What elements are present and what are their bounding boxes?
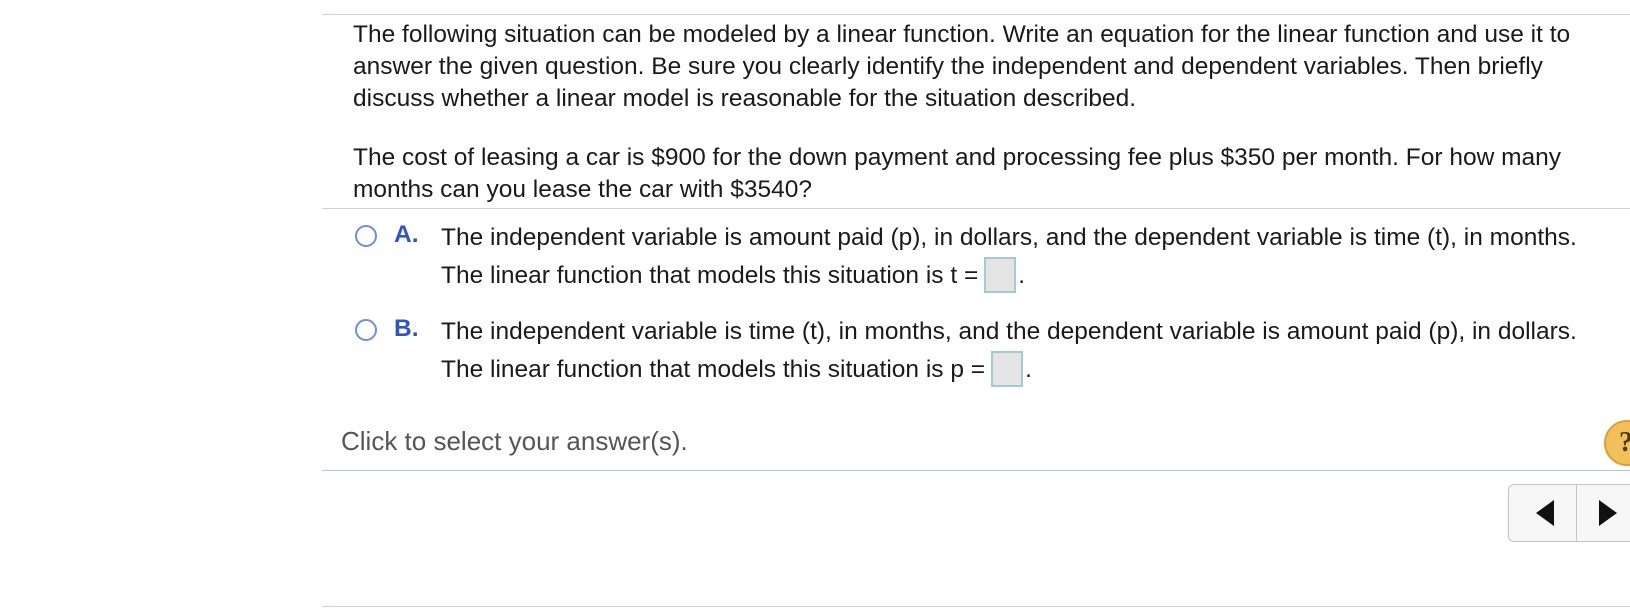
question-instructions: The following situation can be modeled b… xyxy=(353,21,1571,112)
choice-b-period: . xyxy=(1025,356,1032,383)
choice-b-letter: B. xyxy=(394,315,419,342)
choice-b-equation-label: p = xyxy=(950,356,986,383)
bottom-divider xyxy=(322,606,1630,607)
choice-a-period: . xyxy=(1018,262,1026,289)
question-page: The following situation can be modeled b… xyxy=(0,0,1630,610)
arrow-right-icon xyxy=(1599,500,1617,526)
question-divider xyxy=(322,208,1630,209)
status-divider xyxy=(322,470,1630,471)
previous-question-button[interactable] xyxy=(1509,485,1575,541)
choice-a-text: The independent variable is amount paid … xyxy=(441,219,1621,295)
choice-a-radio[interactable] xyxy=(355,225,377,247)
choice-a-equation: t =. xyxy=(950,256,1026,293)
choice-b-answer-box[interactable] xyxy=(991,350,1024,387)
question-problem: The cost of leasing a car is $900 for th… xyxy=(353,144,1561,203)
choice-a-equation-label: t = xyxy=(950,262,979,289)
status-text: Click to select your answer(s). xyxy=(341,426,688,456)
choice-a-letter: A. xyxy=(394,221,419,248)
next-question-button[interactable] xyxy=(1577,485,1630,541)
choice-b[interactable]: B. The independent variable is time (t),… xyxy=(353,312,1623,392)
help-icon: ? xyxy=(1619,427,1630,459)
choice-a[interactable]: A. The independent variable is amount pa… xyxy=(353,218,1623,298)
question-nav xyxy=(1508,484,1630,542)
help-button[interactable]: ? xyxy=(1604,420,1630,466)
top-divider xyxy=(322,14,1630,15)
choice-b-radio[interactable] xyxy=(355,319,377,341)
arrow-left-icon xyxy=(1536,500,1554,526)
choice-a-answer-box[interactable] xyxy=(984,256,1017,293)
choice-b-equation: p =. xyxy=(950,350,1032,387)
choice-b-text: The independent variable is time (t), in… xyxy=(441,313,1621,389)
